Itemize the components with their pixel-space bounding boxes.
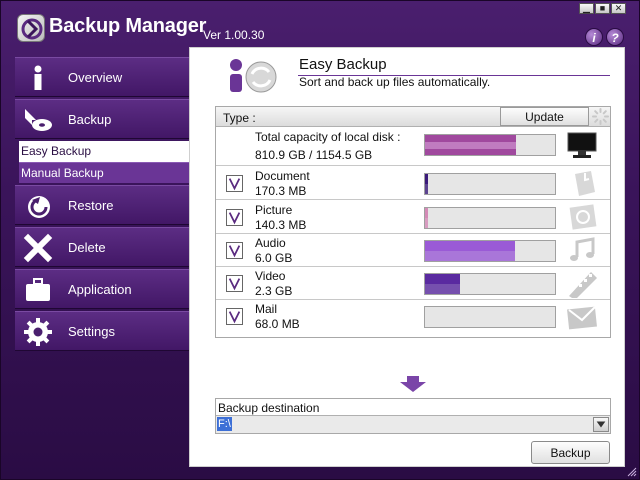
sidebar-item-label: Settings [68, 324, 115, 339]
document-checkbox[interactable] [226, 175, 243, 192]
backup-button[interactable]: Backup [531, 441, 610, 464]
sidebar-item-label: Overview [68, 70, 123, 85]
type-name: Audio [255, 236, 286, 250]
resize-grip-icon[interactable] [627, 467, 637, 477]
app-version: Ver 1.00.30 [203, 28, 265, 42]
list-item-mail: Mail 68.0 MB [216, 300, 610, 333]
usage-bar [424, 207, 556, 229]
sidebar-item-restore[interactable]: Restore [15, 185, 189, 225]
backup-destination-label: Backup destination [218, 401, 320, 415]
backup-icon [25, 109, 52, 131]
dropdown-button[interactable] [593, 417, 609, 432]
backup-destination-box: Backup destination F:\ [215, 398, 611, 434]
close-button[interactable]: ✕ [611, 3, 626, 14]
disk-capacity-value: 810.9 GB / 1154.5 GB [255, 148, 373, 162]
list-item-document: Document 170.3 MB [216, 167, 610, 200]
check-mark-icon [228, 245, 241, 258]
sidebar-item-label: Backup [68, 112, 112, 127]
usage-bar-fill [425, 174, 428, 194]
app-title: Backup Manager [49, 15, 207, 37]
delete-icon [23, 233, 53, 263]
picture-checkbox[interactable] [226, 209, 243, 226]
info-icon [34, 65, 42, 90]
mail-checkbox[interactable] [226, 308, 243, 325]
audio-checkbox[interactable] [226, 242, 243, 259]
check-mark-icon [228, 178, 241, 191]
briefcase-icon [26, 278, 50, 301]
title-bar[interactable]: Backup Manager Ver 1.00.30 ▁ ■ ✕ i ? [1, 1, 640, 47]
list-header: Type : Update [216, 107, 610, 127]
page-subtitle: Sort and back up files automatically. [299, 75, 491, 89]
envelope-icon [567, 306, 597, 330]
usage-bar-fill [425, 274, 460, 294]
update-button[interactable]: Update [500, 107, 589, 126]
maximize-button[interactable]: ■ [595, 3, 610, 14]
type-name: Mail [255, 302, 278, 316]
disk-capacity-fill [425, 135, 516, 155]
sidebar-item-delete[interactable]: Delete [15, 227, 189, 267]
usage-bar-fill [425, 208, 428, 228]
music-note-icon [570, 237, 595, 261]
type-size: 170.3 MB [255, 184, 307, 198]
list-item-audio: Audio 6.0 GB [216, 234, 610, 267]
chevron-down-icon [596, 421, 606, 428]
sidebar-item-label: Delete [68, 240, 106, 255]
sidebar-item-backup[interactable]: Backup [15, 99, 189, 139]
disk-capacity-label: Total capacity of local disk : [255, 130, 401, 144]
check-mark-icon [228, 311, 241, 324]
type-size: 2.3 GB [255, 284, 293, 298]
file-type-list: Type : Update Total capacity of local di… [215, 106, 611, 338]
info-button[interactable]: i [585, 28, 603, 46]
sidebar-item-label: Restore [68, 198, 114, 213]
sidebar: Overview Backup Easy Backup Manual Backu… [15, 55, 195, 467]
sidebar-item-settings[interactable]: Settings [15, 311, 189, 351]
backup-manager-window: Backup Manager Ver 1.00.30 ▁ ■ ✕ i ? Ove… [0, 0, 640, 480]
disk-capacity-bar [424, 134, 556, 156]
gear-icon [24, 318, 52, 346]
app-logo-icon [17, 14, 45, 42]
type-size: 68.0 MB [255, 317, 300, 331]
arrow-down-icon [400, 376, 426, 392]
sidebar-item-application[interactable]: Application [15, 269, 189, 309]
usage-bar [424, 306, 556, 328]
usage-bar [424, 173, 556, 195]
list-item-video: Video 2.3 GB [216, 267, 610, 300]
page-title: Easy Backup [299, 56, 387, 73]
restore-icon [28, 196, 50, 218]
easy-backup-icon [230, 59, 277, 93]
usage-bar [424, 273, 556, 295]
usage-bar [424, 240, 556, 262]
type-column-label: Type : [223, 111, 256, 125]
sidebar-subitem-manual-backup[interactable]: Manual Backup [19, 162, 193, 183]
backup-destination-value: F:\ [217, 417, 232, 431]
document-icon [575, 171, 595, 196]
type-name: Document [255, 169, 310, 183]
help-button[interactable]: ? [606, 28, 624, 46]
video-checkbox[interactable] [226, 275, 243, 292]
sidebar-item-label: Application [68, 282, 132, 297]
picture-icon [569, 204, 597, 230]
type-name: Video [255, 269, 286, 283]
main-panel: Easy Backup Sort and back up files autom… [189, 47, 625, 467]
usage-bar-fill [425, 241, 515, 261]
disk-capacity-row: Total capacity of local disk : 810.9 GB … [216, 128, 610, 166]
backup-destination-select[interactable]: F:\ [216, 415, 610, 433]
spinner-icon [592, 108, 609, 125]
check-mark-icon [228, 212, 241, 225]
film-icon [569, 272, 597, 298]
sidebar-item-overview[interactable]: Overview [15, 57, 189, 97]
type-size: 140.3 MB [255, 218, 307, 232]
type-name: Picture [255, 203, 293, 217]
monitor-icon [567, 132, 597, 158]
type-size: 6.0 GB [255, 251, 293, 265]
list-item-picture: Picture 140.3 MB [216, 201, 610, 234]
check-mark-icon [228, 278, 241, 291]
sidebar-subitem-easy-backup[interactable]: Easy Backup [19, 141, 195, 162]
minimize-button[interactable]: ▁ [579, 3, 594, 14]
